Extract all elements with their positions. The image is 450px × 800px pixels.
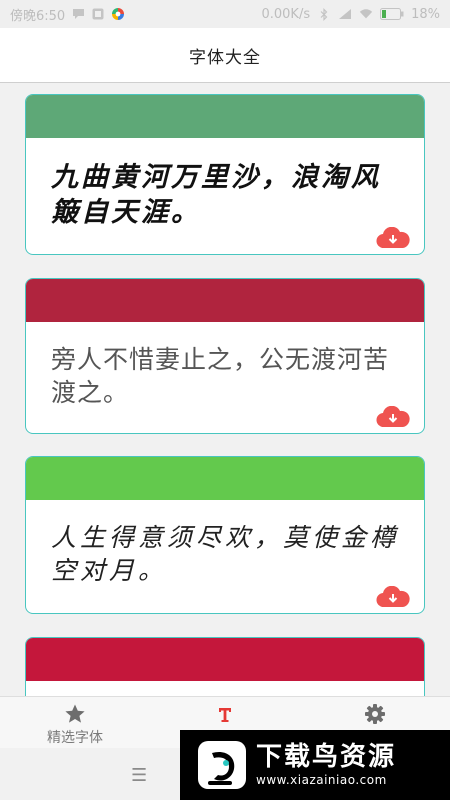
download-icon[interactable]: [376, 226, 410, 249]
wifi-icon: [359, 7, 373, 21]
gear-icon: [364, 703, 386, 725]
download-icon[interactable]: [376, 585, 410, 608]
message-icon: [71, 7, 85, 21]
browser-icon: [111, 7, 125, 21]
menu-icon[interactable]: ☰: [131, 765, 147, 786]
tab-featured-fonts[interactable]: 精选字体: [0, 697, 150, 748]
battery-icon: [380, 7, 404, 21]
status-bar: 傍晚6:50 0.00K/s 18%: [0, 0, 450, 28]
font-icon: [214, 703, 236, 725]
watermark-title: 下载鸟资源: [256, 741, 397, 772]
battery-level: 18%: [411, 6, 440, 22]
star-icon: [64, 703, 86, 725]
card-color-band: [26, 638, 424, 681]
bluetooth-icon: [317, 7, 331, 21]
font-list[interactable]: 九曲黄河万里沙，浪淘风簸自天涯。 旁人不惜妻止之，公无渡河苦渡之。 人生得意须尽…: [0, 83, 450, 696]
bird-logo-icon: [196, 739, 248, 791]
card-color-band: [26, 279, 424, 322]
status-time: 傍晚6:50: [10, 8, 66, 24]
tab-label: 精选字体: [47, 730, 103, 746]
download-icon[interactable]: [376, 405, 410, 428]
font-card-3[interactable]: 人生得意须尽欢，莫使金樽空对月。: [25, 456, 425, 614]
font-card-1[interactable]: 九曲黄河万里沙，浪淘风簸自天涯。: [25, 94, 425, 255]
watermark-url: www.xiazainiao.com: [256, 773, 387, 788]
font-sample-text: [26, 681, 424, 696]
font-sample-text: 旁人不惜妻止之，公无渡河苦渡之。: [51, 345, 390, 407]
font-card-2[interactable]: 旁人不惜妻止之，公无渡河苦渡之。: [25, 278, 425, 434]
font-card-4[interactable]: [25, 637, 425, 696]
page-title: 字体大全: [189, 47, 261, 68]
app-icon: [91, 7, 105, 21]
watermark: 下载鸟资源 www.xiazainiao.com: [180, 730, 450, 800]
signal-icon: [338, 7, 352, 21]
network-speed: 0.00K/s: [261, 6, 311, 22]
card-color-band: [26, 457, 424, 500]
font-sample-text: 人生得意须尽欢，莫使金樽空对月。: [51, 523, 400, 585]
app-header: 字体大全: [0, 28, 450, 83]
font-sample-text: 九曲黄河万里沙，浪淘风簸自天涯。: [51, 162, 381, 229]
card-color-band: [26, 95, 424, 138]
